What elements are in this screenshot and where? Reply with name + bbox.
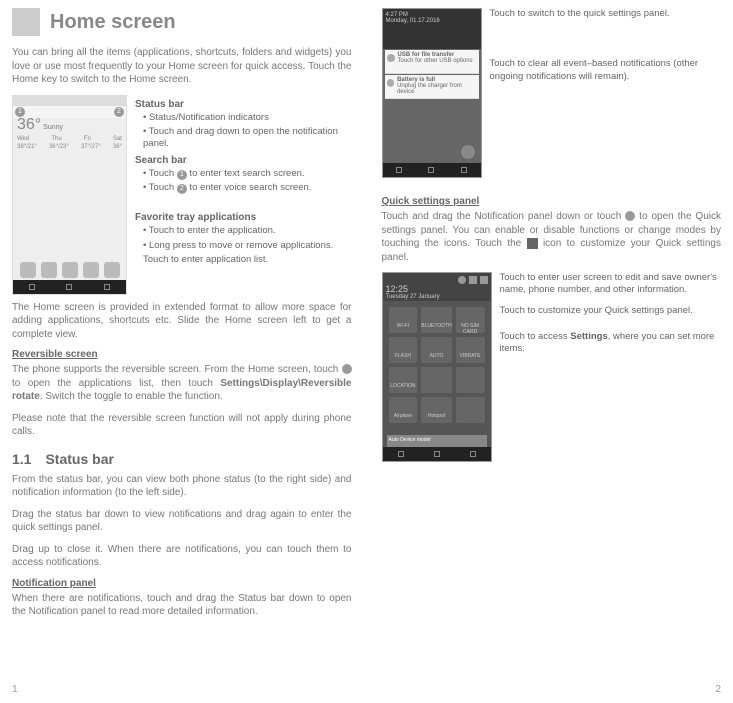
qs-tile: FLASH xyxy=(389,337,418,363)
title-accent-box xyxy=(12,8,40,36)
notification-item: Battery is fullUnplug the charger from d… xyxy=(385,75,479,99)
statusbar-p1: From the status bar, you can view both p… xyxy=(12,473,352,500)
favorites-bullet: Long press to move or remove application… xyxy=(143,240,352,252)
annotation-clear-all: Touch to clear all event–based notificat… xyxy=(490,58,722,83)
reversible-p1: The phone supports the reversible screen… xyxy=(12,363,352,404)
qs-tile: VIBRATE xyxy=(456,337,485,363)
qs-tile: BLUETOOTH xyxy=(421,307,451,333)
qs-tile xyxy=(456,367,485,393)
statusbar-p3: Drag up to close it. When there are noti… xyxy=(12,543,352,570)
statusbar-bullet: Status/Notification indicators xyxy=(143,112,352,124)
qs-tile: WI-FI xyxy=(389,307,418,333)
qs-time: 12:25 xyxy=(386,284,488,294)
day-temp: 37°/27° xyxy=(81,144,101,150)
extended-paragraph: The Home screen is provided in extended … xyxy=(12,301,352,342)
day-label: Thu xyxy=(51,136,61,142)
qs-tile: LOCATION xyxy=(389,367,418,393)
nav-bar xyxy=(13,280,126,294)
nav-bar xyxy=(383,163,481,177)
clear-all-icon xyxy=(461,145,475,159)
notification-panel-screenshot: 4:27 PM Monday, 01.17.2016 USB for file … xyxy=(382,8,482,178)
searchbar-bullet: Touch 2 to enter voice search screen. xyxy=(143,182,352,194)
day-temp: 36° xyxy=(113,144,122,150)
statusbar-heading: Status bar xyxy=(135,99,352,110)
reversible-heading: Reversible screen xyxy=(12,349,352,360)
qs-user-icon xyxy=(458,276,466,284)
section-1-1-heading: 1.1 Status bar xyxy=(12,451,352,467)
qs-tile: AUTO xyxy=(421,337,451,363)
qs-settings-icon xyxy=(480,276,488,284)
page-title: Home screen xyxy=(50,11,176,34)
day-temp: 38°/21° xyxy=(17,144,37,150)
intro-paragraph: You can bring all the items (application… xyxy=(12,46,352,87)
qs-tile: Airplane xyxy=(389,397,418,423)
badge-2-icon: 2 xyxy=(177,184,187,194)
notification-panel-heading: Notification panel xyxy=(12,578,352,589)
weather-temp: 36° xyxy=(17,116,41,133)
quick-settings-paragraph: Touch and drag the Notification panel do… xyxy=(382,210,722,264)
favorites-line: Touch to enter application list. xyxy=(135,254,352,265)
apps-icon xyxy=(342,364,352,374)
reversible-p2: Please note that the reversible screen f… xyxy=(12,412,352,439)
battery-icon xyxy=(387,79,395,87)
day-label: Fri xyxy=(84,136,91,142)
qs-tile xyxy=(421,367,451,393)
day-label: Wed xyxy=(17,136,29,142)
page-1: Home screen You can bring all the items … xyxy=(12,8,352,658)
qs-date: Tuesday 27 January xyxy=(386,294,488,300)
searchbar-heading: Search bar xyxy=(135,155,352,166)
home-screen-screenshot: 1 2 36° Sunny Wed Thu Fri Sat 38°/21° xyxy=(12,95,127,295)
user-icon xyxy=(625,211,635,221)
day-temp: 36°/23° xyxy=(49,144,69,150)
favorites-heading: Favorite tray applications xyxy=(135,212,352,223)
annotation-settings: Touch to access Settings, where you can … xyxy=(500,331,722,356)
notification-panel-p: When there are notifications, touch and … xyxy=(12,592,352,619)
qs-tile xyxy=(456,397,485,423)
statusbar-bullet: Touch and drag down to open the notifica… xyxy=(143,126,352,151)
quick-settings-heading: Quick settings panel xyxy=(382,196,722,207)
favorite-tray xyxy=(17,262,122,278)
page-number-right: 2 xyxy=(715,684,721,695)
annotation-user: Touch to enter user screen to edit and s… xyxy=(500,272,722,297)
quick-settings-screenshot: 12:25 Tuesday 27 January WI-FI BLUETOOTH… xyxy=(382,272,492,462)
page-number-left: 1 xyxy=(12,684,18,695)
statusbar-p2: Drag the status bar down to view notific… xyxy=(12,508,352,535)
edit-icon xyxy=(527,238,538,249)
annotation-quick-settings: Touch to switch to the quick settings pa… xyxy=(490,8,722,20)
qs-tile: Hotspot xyxy=(421,397,451,423)
notification-item: USB for file transferTouch for other USB… xyxy=(385,50,479,74)
nav-bar xyxy=(383,447,491,461)
page-2: 4:27 PM Monday, 01.17.2016 USB for file … xyxy=(382,8,722,658)
usb-icon xyxy=(387,54,395,62)
badge-1-icon: 1 xyxy=(177,170,187,180)
favorites-bullet: Touch to enter the application. xyxy=(143,225,352,237)
weather-desc: Sunny xyxy=(43,124,63,131)
notif-date: Monday, 01.17.2016 xyxy=(386,18,440,24)
searchbar-bullet: Touch 1 to enter text search screen. xyxy=(143,168,352,180)
day-label: Sat xyxy=(113,136,122,142)
qs-edit-icon xyxy=(469,276,477,284)
qs-tile-grid: WI-FI BLUETOOTH NO SIM CARD FLASH AUTO V… xyxy=(383,301,491,429)
qs-tile: NO SIM CARD xyxy=(456,307,485,333)
annotation-customize: Touch to customize your Quick settings p… xyxy=(500,305,722,317)
